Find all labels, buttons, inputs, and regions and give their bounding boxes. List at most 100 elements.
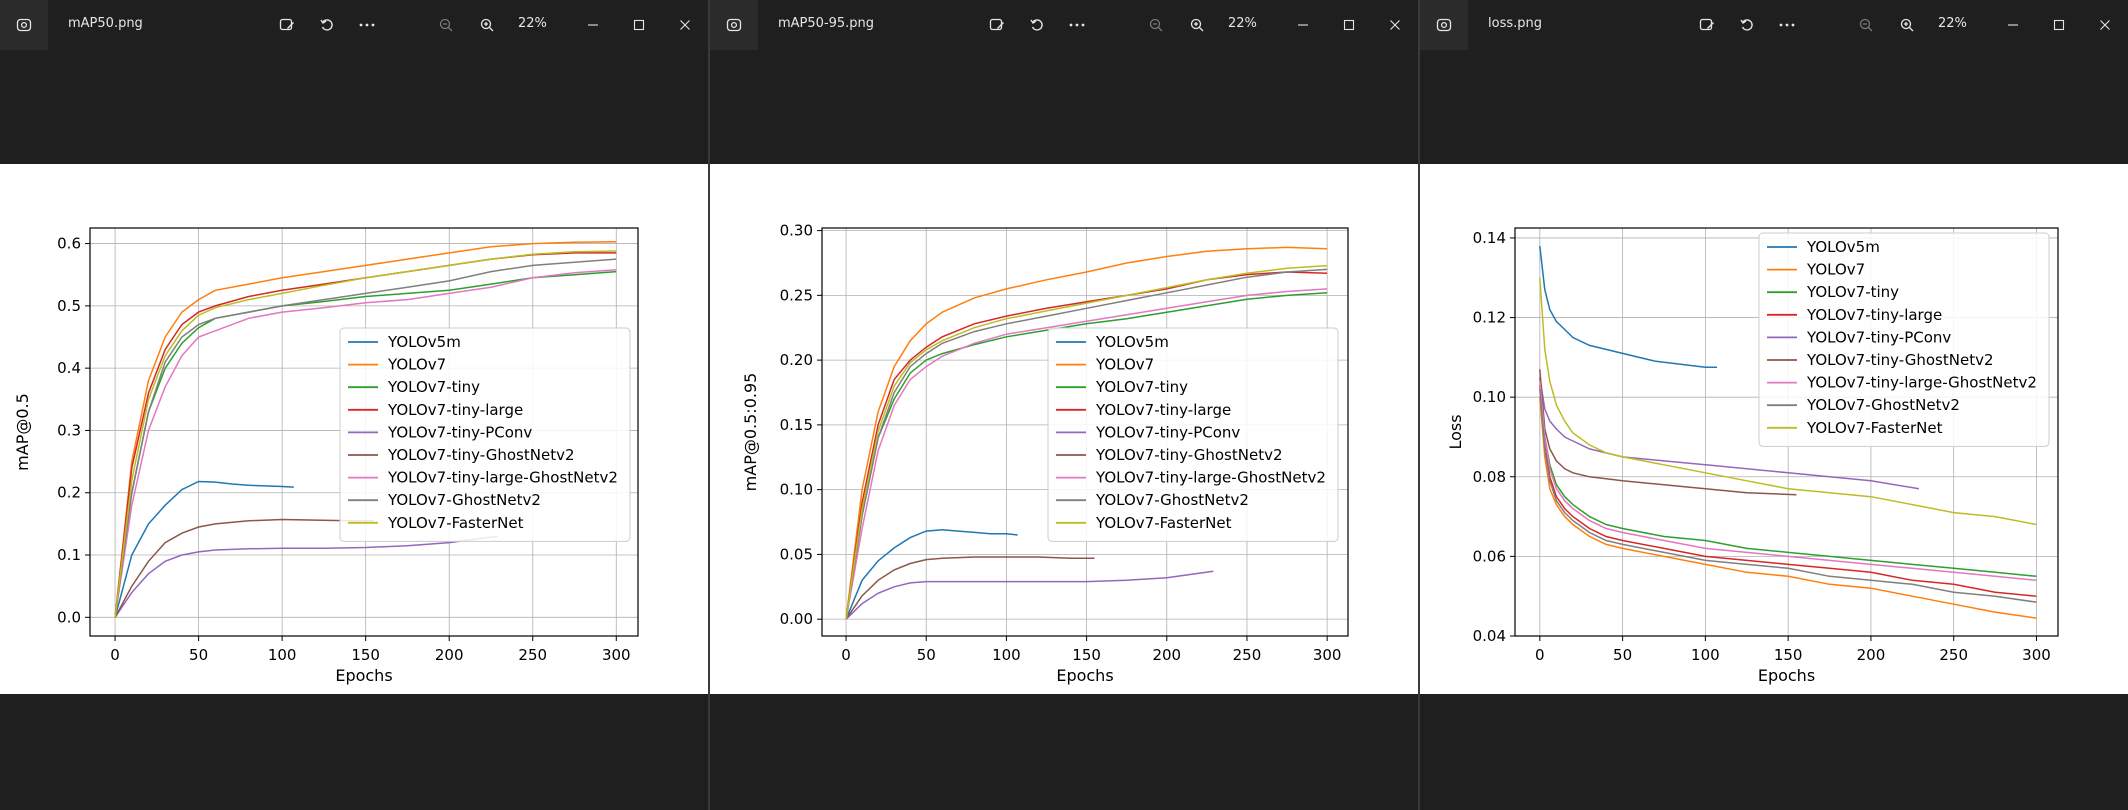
legend-label-7: YOLOv7-GhostNetv2	[1806, 396, 1960, 414]
legend-label-3: YOLOv7-tiny-large	[1806, 306, 1942, 324]
title-bar: mAP50-95.png 22%	[710, 0, 1418, 50]
photos-app-icon[interactable]	[1420, 0, 1468, 50]
close-icon[interactable]	[2092, 12, 2118, 38]
legend-label-0: YOLOv5m	[1095, 333, 1169, 351]
more-options-icon[interactable]	[1774, 12, 1800, 38]
title-bar: loss.png 22%	[1420, 0, 2128, 50]
legend-label-5: YOLOv7-tiny-GhostNetv2	[1806, 351, 1994, 369]
y-tick-label: 0.04	[1473, 627, 1506, 645]
legend-label-0: YOLOv5m	[1806, 238, 1880, 256]
series-line-0	[114, 480, 294, 618]
minimize-icon[interactable]	[580, 12, 606, 38]
x-tick-label: 0	[110, 646, 120, 664]
zoom-in-icon[interactable]	[1894, 12, 1920, 38]
minimize-icon[interactable]	[2000, 12, 2026, 38]
legend-label-8: YOLOv7-FasterNet	[1095, 514, 1232, 532]
edit-image-icon[interactable]	[274, 12, 300, 38]
rotate-icon[interactable]	[314, 12, 340, 38]
more-options-icon[interactable]	[1064, 12, 1090, 38]
maximize-icon[interactable]	[1336, 12, 1362, 38]
image-canvas: 0 50 100 150 200 250 300 0.04 0.06 0.08 0.10 0.12 0.…	[1420, 164, 2128, 694]
maximize-icon[interactable]	[626, 12, 652, 38]
zoom-level: 22%	[518, 16, 547, 31]
legend-label-1: YOLOv7	[387, 356, 446, 374]
y-tick-label: 0.06	[1473, 547, 1506, 565]
x-tick-label: 200	[435, 646, 464, 664]
legend-label-2: YOLOv7-tiny	[1095, 378, 1188, 396]
y-tick-label: 0.4	[57, 359, 81, 377]
legend-label-3: YOLOv7-tiny-large	[1095, 401, 1231, 419]
viewer-window-map50: mAP50.png 22% 0 50 100 150 200 250 300 0.0 0.1 0.…	[0, 0, 708, 810]
y-tick-label: 0.00	[780, 610, 813, 628]
photos-app-icon[interactable]	[0, 0, 48, 50]
x-tick-label: 0	[841, 646, 851, 664]
y-tick-label: 0.12	[1473, 309, 1506, 327]
file-name: loss.png	[1488, 16, 1542, 31]
y-tick-label: 0.08	[1473, 468, 1506, 486]
x-tick-label: 200	[1857, 646, 1886, 664]
minimize-icon[interactable]	[1290, 12, 1316, 38]
close-icon[interactable]	[672, 12, 698, 38]
legend-label-3: YOLOv7-tiny-large	[387, 401, 523, 419]
y-tick-label: 0.15	[780, 416, 813, 434]
x-tick-label: 50	[189, 646, 208, 664]
x-tick-label: 100	[992, 646, 1021, 664]
x-tick-label: 50	[1613, 646, 1632, 664]
title-bar: mAP50.png 22%	[0, 0, 708, 50]
viewer-window-loss: loss.png 22% 0 50 100 150 200 250 300 0.04 0.06 0…	[1420, 0, 2128, 810]
rotate-icon[interactable]	[1024, 12, 1050, 38]
y-tick-label: 0.20	[780, 351, 813, 369]
map50-chart: 0 50 100 150 200 250 300 0.0 0.1 0.2 0.3 0.4 0.5 0.6 E…	[13, 227, 639, 685]
viewer-window-map50-95: mAP50-95.png 22% 0 50 100 150 200 250 300 0.00 0…	[710, 0, 1418, 810]
y-tick-label: 0.14	[1473, 229, 1506, 247]
zoom-out-icon[interactable]	[433, 12, 459, 38]
zoom-in-icon[interactable]	[474, 12, 500, 38]
legend-label-4: YOLOv7-tiny-PConv	[1095, 423, 1240, 441]
edit-image-icon[interactable]	[984, 12, 1010, 38]
legend-label-7: YOLOv7-GhostNetv2	[1095, 491, 1249, 509]
image-canvas: 0 50 100 150 200 250 300 0.0 0.1 0.2 0.3 0.4 0.5 0.6 E…	[0, 164, 708, 694]
legend-label-0: YOLOv5m	[387, 333, 461, 351]
legend-label-6: YOLOv7-tiny-large-GhostNetv2	[387, 469, 618, 487]
zoom-in-icon[interactable]	[1184, 12, 1210, 38]
legend-label-2: YOLOv7-tiny	[1806, 283, 1899, 301]
maximize-icon[interactable]	[2046, 12, 2072, 38]
x-tick-label: 100	[1691, 646, 1720, 664]
x-tick-label: 0	[1535, 646, 1545, 664]
zoom-level: 22%	[1938, 16, 1967, 31]
series-line-0	[1539, 245, 1717, 369]
series-line-4	[114, 535, 498, 618]
legend-label-2: YOLOv7-tiny	[387, 378, 480, 396]
legend-label-6: YOLOv7-tiny-large-GhostNetv2	[1095, 469, 1326, 487]
y-tick-label: 0.6	[57, 235, 81, 253]
close-icon[interactable]	[1382, 12, 1408, 38]
x-axis-label: Epochs	[1056, 666, 1113, 685]
x-tick-label: 100	[268, 646, 297, 664]
x-tick-label: 150	[1072, 646, 1101, 664]
legend-label-5: YOLOv7-tiny-GhostNetv2	[1095, 446, 1283, 464]
x-tick-label: 150	[351, 646, 380, 664]
y-tick-label: 0.10	[780, 481, 813, 499]
zoom-out-icon[interactable]	[1853, 12, 1879, 38]
legend-label-7: YOLOv7-GhostNetv2	[387, 491, 541, 509]
series-line-5	[114, 518, 374, 618]
x-tick-label: 250	[518, 646, 547, 664]
loss-chart: 0 50 100 150 200 250 300 0.04 0.06 0.08 0.10 0.12 0.…	[1446, 227, 2059, 685]
series-line-5	[845, 556, 1095, 620]
y-tick-label: 0.25	[780, 286, 813, 304]
more-options-icon[interactable]	[354, 12, 380, 38]
legend-label-6: YOLOv7-tiny-large-GhostNetv2	[1806, 374, 2037, 392]
x-tick-label: 300	[2022, 646, 2051, 664]
y-tick-label: 0.10	[1473, 388, 1506, 406]
zoom-level: 22%	[1228, 16, 1257, 31]
x-tick-label: 250	[1939, 646, 1968, 664]
x-axis-label: Epochs	[335, 666, 392, 685]
zoom-out-icon[interactable]	[1143, 12, 1169, 38]
map50-95-chart: 0 50 100 150 200 250 300 0.00 0.05 0.10 0.15 0.20 0.…	[741, 222, 1349, 685]
y-tick-label: 0.3	[57, 421, 81, 439]
legend-label-8: YOLOv7-FasterNet	[1806, 419, 1943, 437]
edit-image-icon[interactable]	[1694, 12, 1720, 38]
rotate-icon[interactable]	[1734, 12, 1760, 38]
photos-app-icon[interactable]	[710, 0, 758, 50]
series-line-0	[845, 529, 1018, 620]
